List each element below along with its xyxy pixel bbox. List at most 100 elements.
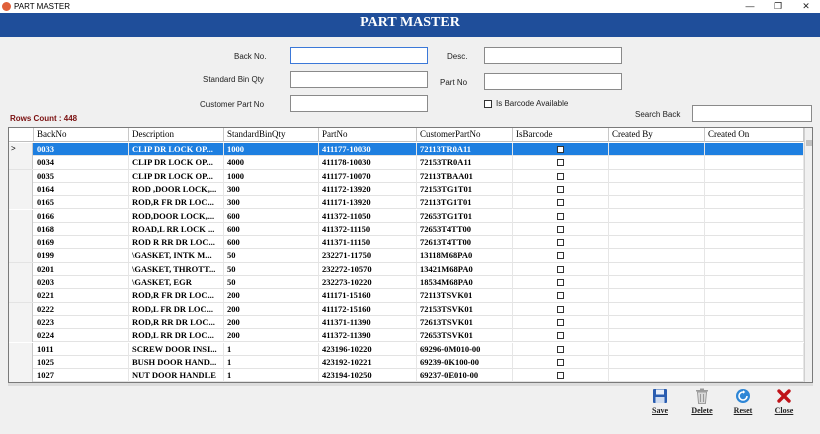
- row-header[interactable]: [9, 289, 33, 303]
- cell-description[interactable]: ROD,R FR DR LOC...: [129, 196, 224, 210]
- col-standardbinqty[interactable]: StandardBinQty: [224, 128, 319, 142]
- reset-button[interactable]: Reset: [726, 386, 760, 418]
- cell-partno[interactable]: 411372-11390: [319, 329, 417, 343]
- cell-created-on[interactable]: [705, 329, 804, 343]
- table-row[interactable]: 0222 ROD,L FR DR LOC... 200 411172-15160 721…: [9, 302, 804, 316]
- cell-created-on[interactable]: [705, 236, 804, 250]
- standard-bin-qty-input[interactable]: [290, 71, 428, 88]
- cell-isbarcode[interactable]: [513, 169, 609, 183]
- cell-backno[interactable]: 0203: [34, 276, 129, 289]
- cell-standardbinqty[interactable]: 200: [224, 289, 319, 303]
- cell-backno[interactable]: 0222: [34, 302, 129, 316]
- cell-customerpartno[interactable]: 72613T4TT00: [417, 236, 513, 250]
- row-header[interactable]: [9, 156, 33, 170]
- cell-created-on[interactable]: [705, 249, 804, 263]
- cell-created-by[interactable]: [609, 302, 705, 316]
- cell-backno[interactable]: 0033: [34, 143, 129, 156]
- col-customerpartno[interactable]: CustomerPartNo: [417, 128, 513, 142]
- cell-isbarcode[interactable]: [513, 355, 609, 369]
- cell-partno[interactable]: 232271-11750: [319, 249, 417, 263]
- cell-standardbinqty[interactable]: 600: [224, 222, 319, 236]
- cell-customerpartno[interactable]: 18534M68PA0: [417, 276, 513, 289]
- cell-isbarcode[interactable]: [513, 262, 609, 276]
- table-row[interactable]: 0223 ROD,R RR DR LOC... 200 411371-11390 726…: [9, 315, 804, 330]
- cell-description[interactable]: \GASKET, THROTT...: [129, 262, 224, 276]
- cell-description[interactable]: NUT DOOR HANDLE: [129, 369, 224, 382]
- cell-isbarcode[interactable]: [513, 156, 609, 170]
- cell-backno[interactable]: 0199: [34, 249, 129, 263]
- cell-created-by[interactable]: [609, 169, 705, 183]
- cell-standardbinqty[interactable]: 4000: [224, 156, 319, 170]
- cell-partno[interactable]: 423194-10250: [319, 369, 417, 382]
- table-row[interactable]: 0203 \GASKET, EGR 50 232273-10220 18534M68PA…: [9, 276, 804, 290]
- cell-backno[interactable]: 1011: [34, 342, 129, 356]
- cell-created-by[interactable]: [609, 236, 705, 250]
- cell-partno[interactable]: 232272-10570: [319, 262, 417, 276]
- cell-description[interactable]: ROD,L FR DR LOC...: [129, 302, 224, 316]
- cell-isbarcode[interactable]: [513, 276, 609, 289]
- table-row[interactable]: 0166 ROD,DOOR LOCK,... 600 411372-11050 7265…: [9, 209, 804, 223]
- cell-partno[interactable]: 411172-13920: [319, 182, 417, 196]
- cell-created-on[interactable]: [705, 262, 804, 276]
- back-no-input[interactable]: [290, 47, 428, 64]
- parts-grid[interactable]: BackNo Description StandardBinQty PartNo…: [8, 127, 813, 383]
- cell-created-by[interactable]: [609, 289, 705, 303]
- cell-backno[interactable]: 0169: [34, 236, 129, 250]
- scrollbar-thumb[interactable]: [806, 140, 812, 146]
- cell-isbarcode[interactable]: [513, 249, 609, 263]
- cell-standardbinqty[interactable]: 1: [224, 342, 319, 356]
- row-header[interactable]: [9, 236, 33, 250]
- cell-isbarcode[interactable]: [513, 315, 609, 329]
- table-row[interactable]: 0201 \GASKET, THROTT... 50 232272-10570 1342…: [9, 262, 804, 276]
- row-header[interactable]: [9, 196, 33, 210]
- cell-isbarcode[interactable]: [513, 329, 609, 343]
- delete-button[interactable]: Delete: [685, 386, 719, 418]
- cell-backno[interactable]: 0164: [34, 182, 129, 196]
- cell-created-by[interactable]: [609, 262, 705, 276]
- cell-description[interactable]: BUSH DOOR HAND...: [129, 355, 224, 369]
- table-row[interactable]: 1011 SCREW DOOR INSI... 1 423196-10220 69296…: [9, 342, 804, 356]
- cell-backno[interactable]: 0035: [34, 169, 129, 183]
- cell-created-by[interactable]: [609, 182, 705, 196]
- cell-isbarcode[interactable]: [513, 143, 609, 156]
- col-isbarcode[interactable]: IsBarcode: [513, 128, 609, 142]
- cell-created-on[interactable]: [705, 315, 804, 329]
- cell-created-by[interactable]: [609, 222, 705, 236]
- cell-backno[interactable]: 0166: [34, 209, 129, 223]
- cell-description[interactable]: ROD,R RR DR LOC...: [129, 315, 224, 329]
- col-description[interactable]: Description: [129, 128, 224, 142]
- cell-partno[interactable]: 411178-10030: [319, 156, 417, 170]
- cell-standardbinqty[interactable]: 50: [224, 249, 319, 263]
- cell-isbarcode[interactable]: [513, 196, 609, 210]
- is-barcode-available-checkbox[interactable]: [484, 100, 492, 108]
- cell-description[interactable]: ROD ,DOOR LOCK,...: [129, 182, 224, 196]
- table-row[interactable]: 0035 CLIP DR LOCK OP... 1000 411177-10070 72…: [9, 169, 804, 183]
- cell-created-by[interactable]: [609, 355, 705, 369]
- table-row[interactable]: 0169 ROD R RR DR LOC... 600 411371-11150 726…: [9, 236, 804, 250]
- row-header[interactable]: [9, 209, 33, 223]
- cell-customerpartno[interactable]: 72613TSVK01: [417, 315, 513, 329]
- cell-description[interactable]: CLIP DR LOCK OP...: [129, 156, 224, 170]
- row-header[interactable]: >: [9, 143, 33, 156]
- cell-isbarcode[interactable]: [513, 302, 609, 316]
- cell-customerpartno[interactable]: 72113TR0A11: [417, 143, 513, 156]
- table-row[interactable]: 0165 ROD,R FR DR LOC... 300 411171-13920 721…: [9, 196, 804, 210]
- row-header[interactable]: [9, 355, 33, 369]
- cell-description[interactable]: CLIP DR LOCK OP...: [129, 143, 224, 156]
- row-header[interactable]: [9, 222, 33, 236]
- cell-standardbinqty[interactable]: 200: [224, 315, 319, 329]
- cell-partno[interactable]: 411177-10030: [319, 143, 417, 156]
- cell-backno[interactable]: 0034: [34, 156, 129, 170]
- row-header[interactable]: [9, 315, 33, 329]
- cell-created-on[interactable]: [705, 302, 804, 316]
- col-created-by[interactable]: Created By: [609, 128, 705, 142]
- cell-backno[interactable]: 0224: [34, 329, 129, 343]
- window-close-button[interactable]: ✕: [792, 0, 820, 13]
- cell-standardbinqty[interactable]: 600: [224, 236, 319, 250]
- table-row[interactable]: 0168 ROAD,L RR LOCK ... 600 411372-11150 726…: [9, 222, 804, 237]
- cell-description[interactable]: ROD,R FR DR LOC...: [129, 289, 224, 303]
- cell-partno[interactable]: 411372-11050: [319, 209, 417, 223]
- col-backno[interactable]: BackNo: [34, 128, 129, 142]
- row-header[interactable]: [9, 369, 33, 382]
- cell-description[interactable]: \GASKET, INTK M...: [129, 249, 224, 263]
